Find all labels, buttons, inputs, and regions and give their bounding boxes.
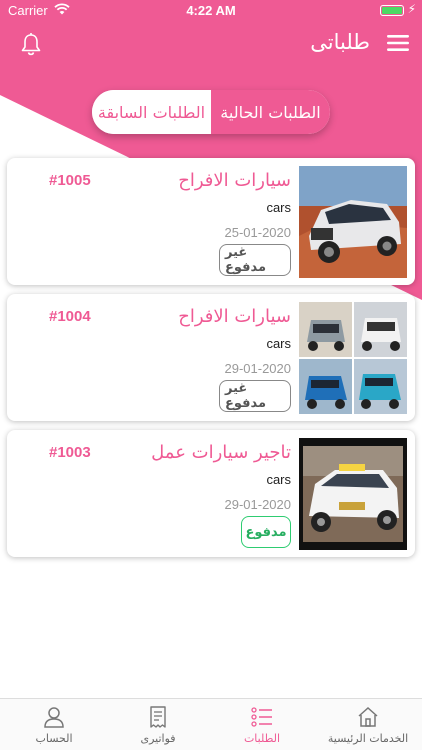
charging-icon: ⚡ [407,2,416,16]
user-icon [4,705,104,729]
orders-segment-control: الطلبات السابقة الطلبات الحالية [92,90,330,134]
order-card[interactable]: سيارات الافراح cars 25-01-2020 #1005 غير… [7,158,415,285]
list-icon [212,705,312,729]
payment-status-badge: مدفوع [241,516,291,548]
status-bar: Carrier 4:22 AM ⚡ [0,0,422,22]
receipt-icon [108,705,208,729]
hamburger-menu-icon[interactable] [386,33,410,57]
tab-label: فواتيرى [140,732,176,745]
tab-account[interactable]: الحساب [4,705,104,745]
home-icon [318,705,418,729]
order-card[interactable]: تاجير سيارات عمل cars 29-01-2020 #1003 م… [7,430,415,557]
page-title: طلباتى [310,30,370,54]
car-thumbnail [299,302,407,414]
tab-main-services[interactable]: الخدمات الرئيسية [318,705,418,745]
tab-orders[interactable]: الطلبات [212,705,312,745]
service-name: سيارات الافراح [178,170,291,191]
payment-status-badge: غير مدفوع [219,380,291,412]
order-date: 29-01-2020 [224,361,292,376]
tab-invoices[interactable]: فواتيرى [108,705,208,745]
service-name: سيارات الافراح [178,306,291,327]
car-thumbnail [299,438,407,550]
order-number: #1003 [49,444,91,461]
payment-status-badge: غير مدفوع [219,244,291,276]
order-card[interactable]: سيارات الافراح cars 29-01-2020 #1004 غير… [7,294,415,421]
order-number: #1004 [49,308,91,325]
order-date: 25-01-2020 [224,225,292,240]
tab-label: الطلبات [243,732,281,745]
service-category: cars [266,336,291,351]
car-thumbnail [299,166,407,278]
service-name: تاجير سيارات عمل [151,442,291,463]
service-category: cars [266,200,291,215]
battery-icon [380,5,404,16]
service-category: cars [266,472,291,487]
tab-label: الخدمات الرئيسية [327,732,409,745]
tab-current-orders[interactable]: الطلبات الحالية [211,90,330,134]
order-number: #1005 [49,172,91,189]
tab-label: الحساب [35,732,73,745]
bottom-tab-bar: الخدمات الرئيسية الطلبات فواتيرى الحساب [0,698,422,750]
bell-icon[interactable] [20,32,42,60]
clock: 4:22 AM [186,3,236,18]
tab-past-orders[interactable]: الطلبات السابقة [92,90,211,134]
nav-bar: طلباتى [0,24,422,68]
order-date: 29-01-2020 [224,497,292,512]
